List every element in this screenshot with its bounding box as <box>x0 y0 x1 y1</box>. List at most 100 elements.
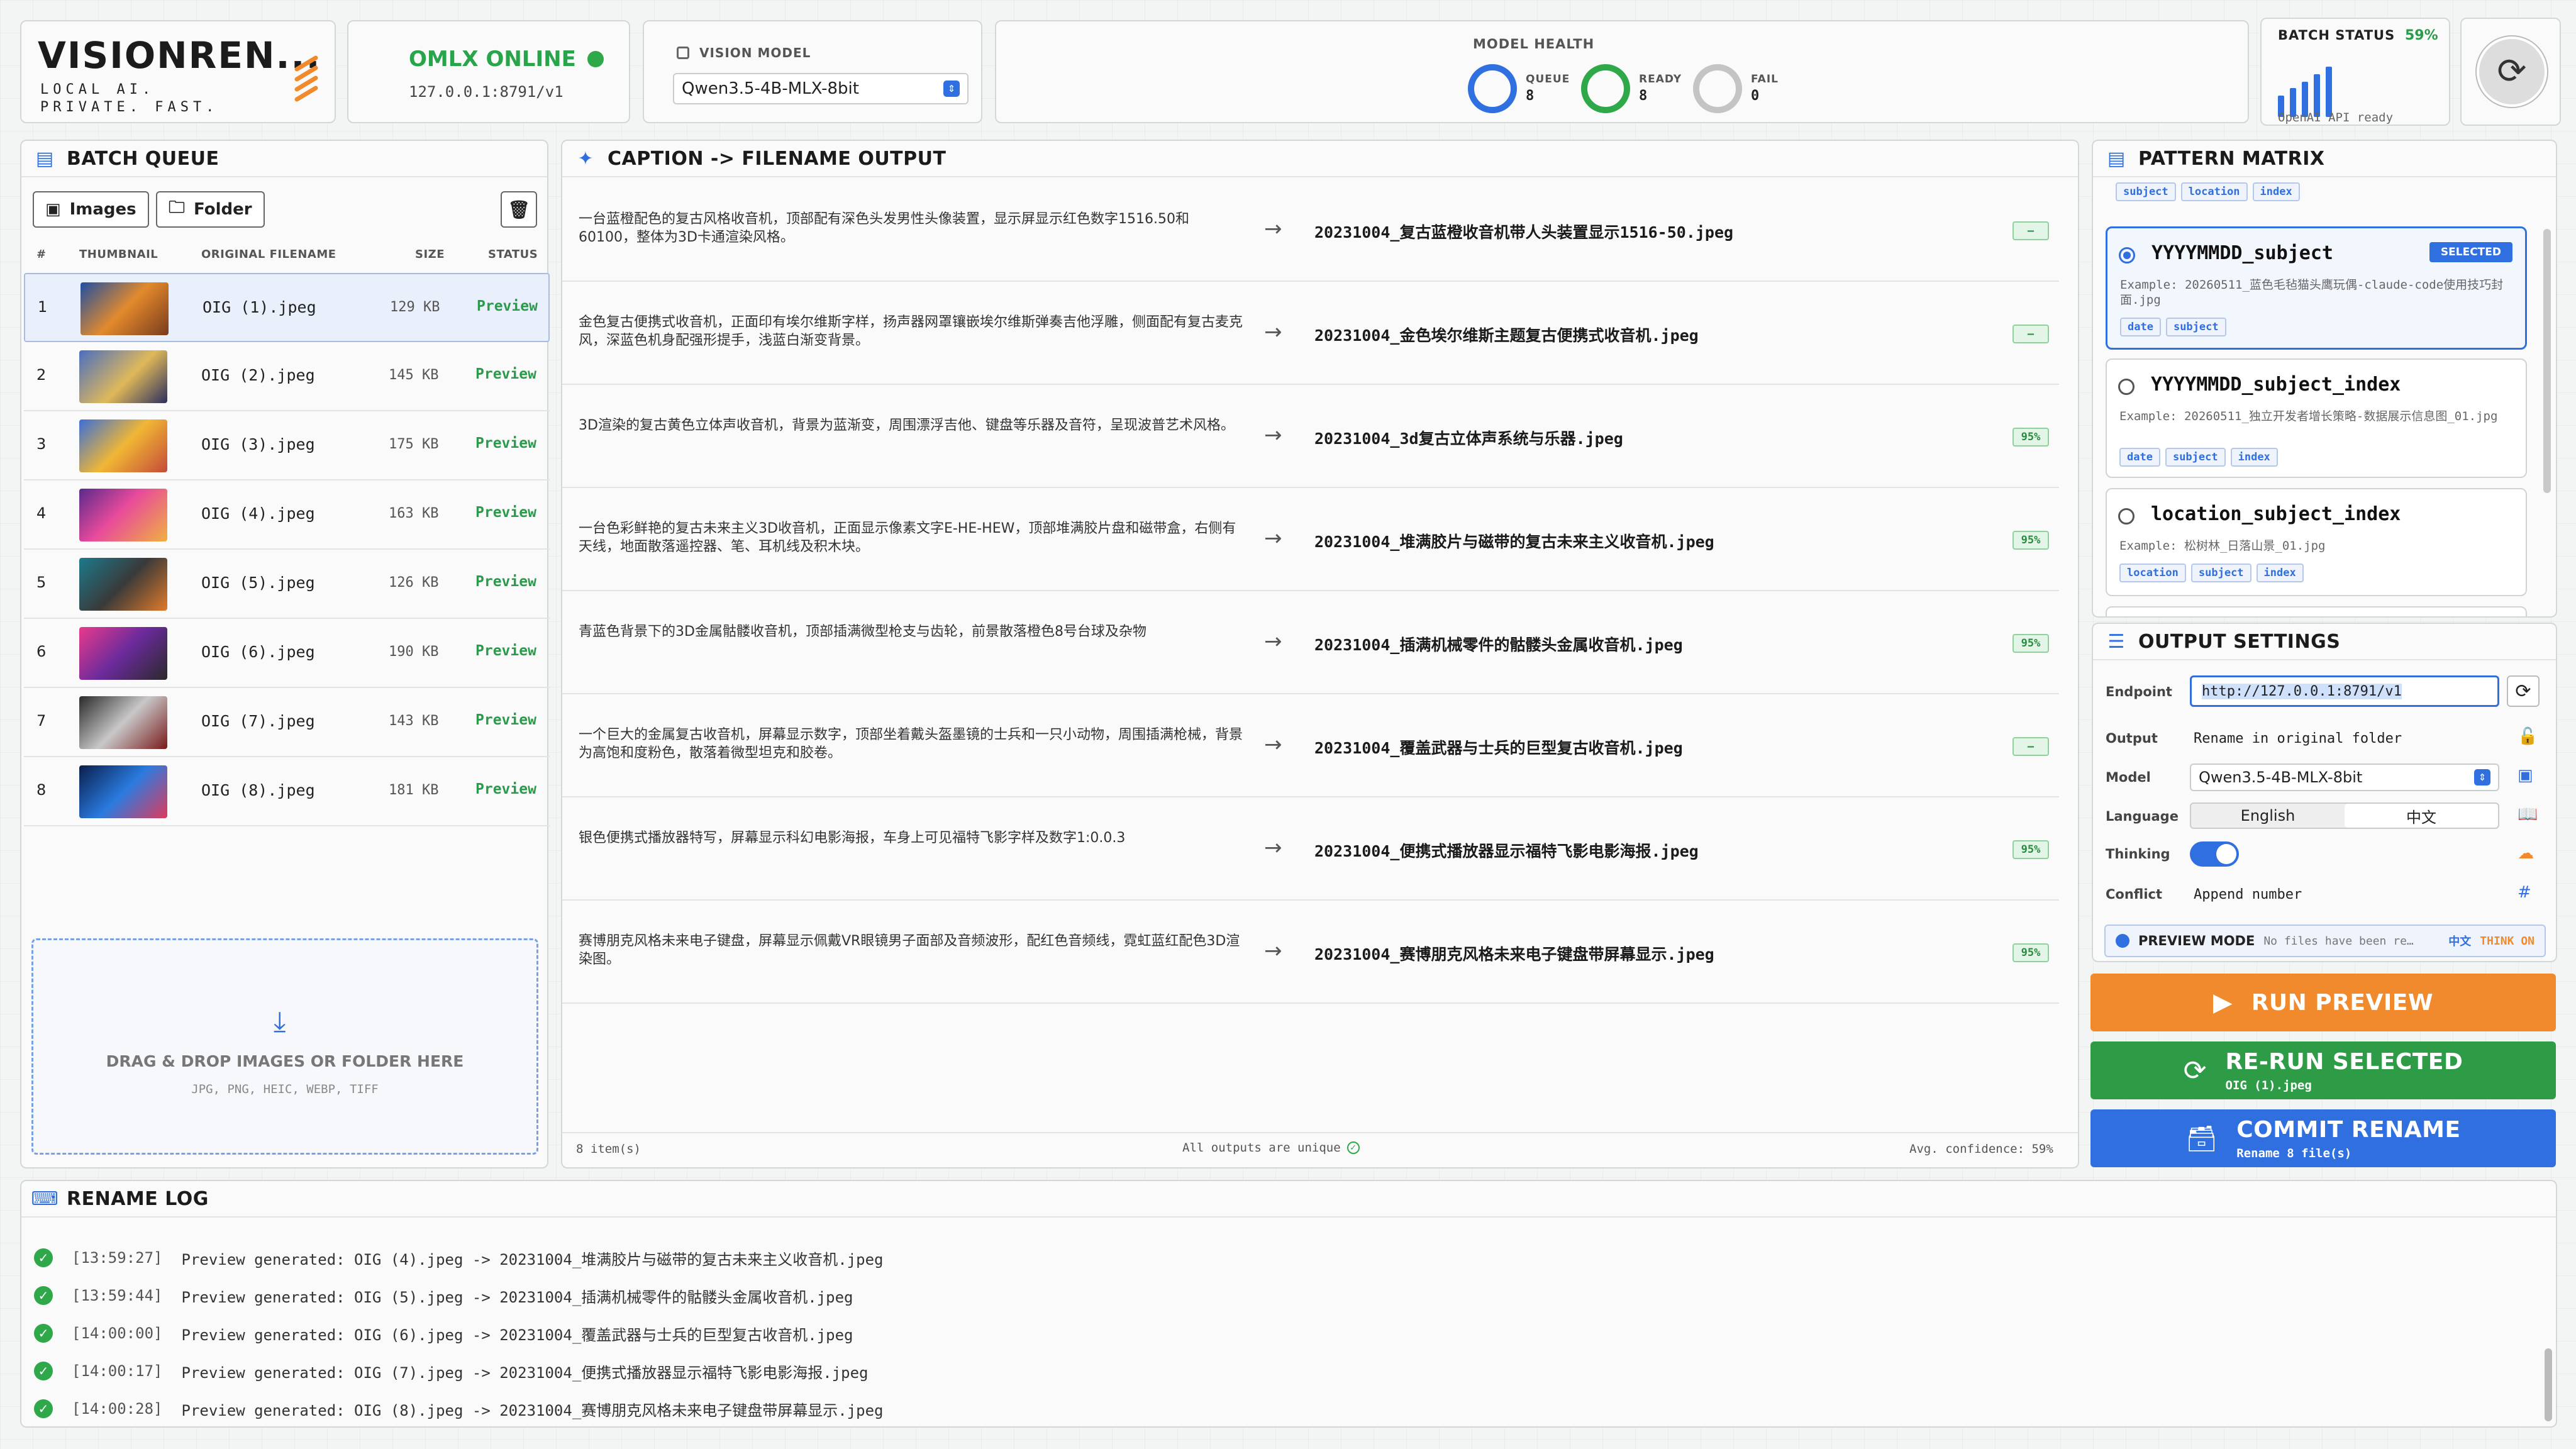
caption-output-title: CAPTION -> FILENAME OUTPUT <box>608 147 947 170</box>
queue-row[interactable]: 8 OIG (8).jpeg 181 KB Preview <box>24 757 550 826</box>
preview-status-link[interactable]: Preview <box>475 435 536 452</box>
thumbnail-image <box>79 489 167 541</box>
endpoint-refresh-button[interactable]: ⟳ <box>2507 675 2540 707</box>
arrow-right-icon: → <box>1264 526 1282 551</box>
model-select[interactable]: Qwen3.5-4B-MLX-8bit ⇕ <box>2190 763 2499 791</box>
confidence-badge: 95% <box>2012 943 2049 962</box>
output-settings-title: OUTPUT SETTINGS <box>2138 630 2341 653</box>
preview-mode-label: PREVIEW MODE <box>2138 933 2255 948</box>
log-entry: ✓ [13:59:44] Preview generated: OIG (5).jp… <box>34 1277 853 1314</box>
row-index: 7 <box>36 712 47 730</box>
caption-row[interactable]: 一台蓝橙配色的复古风格收音机，顶部配有深色头发男性头像装置，显示屏显示红色数字1… <box>562 179 2059 282</box>
caption-row[interactable]: 赛博朋克风格未来电子键盘，屏幕显示佩戴VR眼镜男子面部及音频波形，配红色音频线，… <box>562 901 2059 1004</box>
language-english[interactable]: English <box>2191 804 2345 828</box>
caption-row[interactable]: 一个巨大的金属复古收音机，屏幕显示数字，顶部坐着戴头盔墨镜的士兵和一只小动物，周… <box>562 694 2059 797</box>
preview-status-link[interactable]: Preview <box>477 298 538 314</box>
vision-model-select[interactable]: Qwen3.5-4B-MLX-8bit ⇕ <box>673 73 969 104</box>
language-chinese[interactable]: 中文 <box>2345 804 2498 828</box>
pattern-matrix-panel: ▤ PATTERN MATRIX subject location index YY… <box>2092 140 2557 618</box>
ready-value: 8 <box>1639 88 1648 104</box>
confidence-badge: 95% <box>2012 840 2049 859</box>
ready-ring-icon <box>1581 64 1630 113</box>
pattern-radio[interactable] <box>2118 508 2135 525</box>
conflict-value[interactable]: Append number <box>2194 887 2302 902</box>
queue-row[interactable]: 7 OIG (7).jpeg 143 KB Preview <box>24 688 550 757</box>
confidence-badge: 95% <box>2012 634 2049 653</box>
thumbnail-image <box>79 350 167 403</box>
arrow-right-icon: → <box>1264 835 1282 860</box>
col-index: # <box>36 248 47 261</box>
commit-rename-button[interactable]: 🗃 COMMIT RENAME Rename 8 file(s) <box>2090 1109 2556 1167</box>
log-scrollbar[interactable] <box>2545 1348 2552 1421</box>
pattern-radio[interactable] <box>2118 379 2135 395</box>
caption-row[interactable]: 银色便携式播放器特写，屏幕显示科幻电影海报，车身上可见福特飞影字样及数字1:0.… <box>562 797 2059 901</box>
queue-value: 8 <box>1526 88 1535 104</box>
preview-status-link[interactable]: Preview <box>475 504 536 521</box>
pattern-radio[interactable] <box>2119 247 2135 264</box>
output-filename: 20231004_复古蓝橙收音机带人头装置显示1516-50.jpeg <box>1314 223 1734 242</box>
app-title: VISIONREN... <box>38 34 321 77</box>
thumbnail-image <box>79 696 167 749</box>
preview-status-link[interactable]: Preview <box>475 643 536 659</box>
selected-badge: SELECTED <box>2429 242 2512 262</box>
pattern-card-location-subject-index[interactable]: location_subject_index Example: 松树林_日落山景… <box>2106 488 2527 596</box>
ready-label: READY <box>1639 73 1682 86</box>
queue-row[interactable]: 5 OIG (5).jpeg 126 KB Preview <box>24 550 550 619</box>
rename-log-title: RENAME LOG <box>67 1187 209 1210</box>
brain-icon: ☁ <box>2518 844 2534 863</box>
run-preview-button[interactable]: ▶ RUN PREVIEW <box>2090 974 2556 1031</box>
thinking-toggle[interactable] <box>2190 841 2239 867</box>
caption-row[interactable]: 金色复古便携式收音机，正面印有埃尔维斯字样，扬声器网罩镶嵌埃尔维斯弹奏吉他浮雕，… <box>562 282 2059 385</box>
original-filename: OIG (7).jpeg <box>201 712 315 730</box>
preview-mode-bar: PREVIEW MODE No files have been re… 中文 T… <box>2104 924 2546 957</box>
pattern-card-yyyymmdd-subject[interactable]: YYYYMMDD_subject SELECTED Example: 20260… <box>2106 226 2527 350</box>
log-time: [13:59:27] <box>72 1249 163 1267</box>
caption-row[interactable]: 3D渲染的复古黄色立体声收音机，背景为蓝渐变，周围漂浮吉他、键盘等乐器及音符，呈… <box>562 385 2059 488</box>
arrow-right-icon: → <box>1264 938 1282 963</box>
original-filename: OIG (4).jpeg <box>201 504 315 523</box>
language-toggle: English 中文 <box>2190 802 2499 829</box>
server-status: OMLX ONLINE <box>409 47 576 72</box>
preview-status-link[interactable]: Preview <box>475 781 536 797</box>
pattern-example: Example: 20260511_独立开发者增长策略-数据展示信息图_01.j… <box>2119 409 2498 423</box>
preview-status-link[interactable]: Preview <box>475 712 536 728</box>
vision-model-panel: VISION MODEL Qwen3.5-4B-MLX-8bit ⇕ <box>643 20 982 123</box>
pattern-card-partial[interactable] <box>2106 606 2527 616</box>
rerun-icon: ⟳ <box>2183 1054 2207 1087</box>
terminal-icon: ⌨ <box>31 1187 58 1210</box>
caption-text: 赛博朋克风格未来电子键盘，屏幕显示佩戴VR眼镜男子面部及音频波形，配红色音频线，… <box>579 933 1240 967</box>
output-value[interactable]: Rename in original folder <box>2194 731 2402 747</box>
thinking-label: Thinking <box>2106 847 2170 862</box>
batch-queue-title: BATCH QUEUE <box>67 147 219 170</box>
endpoint-input[interactable]: http://127.0.0.1:8791/v1 <box>2190 675 2499 707</box>
add-images-button[interactable]: ▣ Images <box>33 191 149 228</box>
queue-row[interactable]: 1 OIG (1).jpeg 129 KB Preview <box>24 273 550 342</box>
tag: index <box>2230 448 2278 467</box>
pattern-scrollbar[interactable] <box>2543 229 2551 493</box>
output-filename: 20231004_金色埃尔维斯主题复古便携式收音机.jpeg <box>1314 326 1699 345</box>
language-label: Language <box>2106 809 2179 824</box>
caption-row[interactable]: 一台色彩鲜艳的复古未来主义3D收音机，正面显示像素文字E-HE-HEW，顶部堆满… <box>562 488 2059 591</box>
tag: date <box>2119 448 2160 467</box>
preview-status-link[interactable]: Preview <box>475 366 536 382</box>
queue-ring-icon <box>1468 64 1517 113</box>
arrow-right-icon: → <box>1264 216 1282 242</box>
drop-zone[interactable]: ⤓ DRAG & DROP IMAGES OR FOLDER HERE JPG,… <box>31 938 538 1155</box>
caption-row[interactable]: 青蓝色背景下的3D金属骷髅收音机，顶部插满微型枪支与齿轮，前景散落橙色8号台球及… <box>562 591 2059 694</box>
tag: subject <box>2190 564 2251 582</box>
queue-row[interactable]: 4 OIG (4).jpeg 163 KB Preview <box>24 480 550 550</box>
queue-row[interactable]: 2 OIG (2).jpeg 145 KB Preview <box>24 342 550 411</box>
queue-row[interactable]: 3 OIG (3).jpeg 175 KB Preview <box>24 411 550 480</box>
tag: subject <box>2165 318 2226 336</box>
batch-status-title: BATCH STATUS <box>2278 28 2396 43</box>
queue-row[interactable]: 6 OIG (6).jpeg 190 KB Preview <box>24 619 550 688</box>
log-time: [14:00:28] <box>72 1400 163 1418</box>
refresh-button[interactable]: ⟳ <box>2477 36 2547 107</box>
clear-queue-button[interactable]: 🗑 <box>501 191 537 228</box>
rerun-selected-button[interactable]: ⟳ RE-RUN SELECTED OIG (1).jpeg <box>2090 1041 2556 1099</box>
add-folder-button[interactable]: 🗀 Folder <box>156 191 265 228</box>
preview-status-link[interactable]: Preview <box>475 574 536 590</box>
log-time: [14:00:17] <box>72 1362 163 1380</box>
pattern-card-yyyymmdd-subject-index[interactable]: YYYYMMDD_subject_index Example: 20260511… <box>2106 358 2527 478</box>
log-entry: ✓ [14:00:00] Preview generated: OIG (6).jp… <box>34 1314 853 1352</box>
